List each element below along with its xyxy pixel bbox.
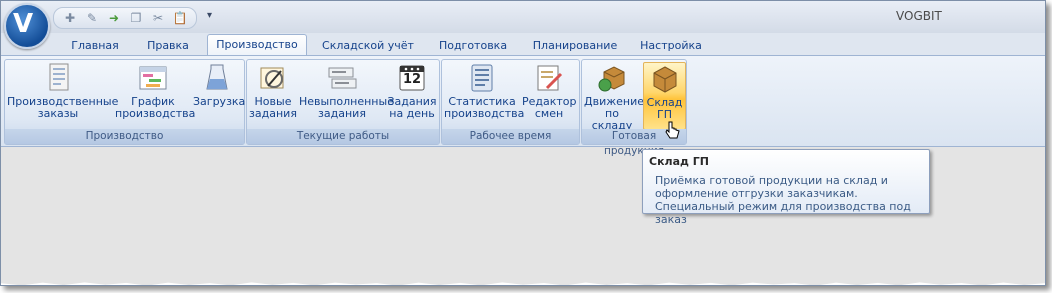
- customize-toolbar-dropdown[interactable]: ▾: [207, 10, 212, 21]
- title-bar: ✚ ✎ ➜ ❐ ✂ 📋 ▾ VOGBIT: [1, 1, 1045, 33]
- app-logo-icon: V: [13, 9, 34, 39]
- ribbon-panel: Производственные заказы График производс…: [1, 55, 1045, 157]
- new-tasks-button[interactable]: Новые задания: [249, 62, 297, 128]
- tab-production[interactable]: Производство: [207, 34, 307, 56]
- button-label: на день: [389, 107, 435, 120]
- mouse-cursor-icon: [665, 121, 680, 139]
- group-working-time: Статистика производства Редактор смен Ра…: [441, 59, 580, 145]
- tab-planning[interactable]: Планирование: [529, 36, 621, 55]
- button-label: производства: [115, 107, 196, 120]
- finished-goods-warehouse-button[interactable]: Склад ГП: [643, 62, 686, 130]
- orders-icon: [42, 62, 74, 94]
- application-window: ✚ ✎ ➜ ❐ ✂ 📋 ▾ VOGBIT V Главная Правка Пр…: [0, 0, 1046, 286]
- button-label: производства: [444, 107, 525, 120]
- calendar-icon: 12: [396, 62, 428, 94]
- button-label: ГП: [657, 108, 672, 121]
- production-orders-button[interactable]: Производственные заказы: [7, 62, 118, 128]
- calendar-day: 12: [402, 72, 422, 87]
- tab-edit[interactable]: Правка: [137, 36, 199, 55]
- button-label: Загрузка: [193, 95, 246, 108]
- tab-warehouse[interactable]: Складской учёт: [313, 36, 423, 55]
- pending-tasks-button[interactable]: Невыполненные задания: [299, 62, 394, 128]
- shift-editor-icon: [533, 62, 565, 94]
- group-production: Производственные заказы График производс…: [4, 59, 245, 145]
- pending-tasks-icon: [326, 62, 358, 94]
- warehouse-movement-button[interactable]: Движение по складу: [584, 62, 644, 132]
- copy-icon[interactable]: ❐: [128, 11, 144, 25]
- production-schedule-button[interactable]: График производства: [115, 62, 196, 128]
- statistics-icon: [466, 62, 498, 94]
- group-label: Производство: [5, 129, 244, 144]
- tooltip: Склад ГП Приёмка готовой продукции на ск…: [642, 149, 930, 226]
- shift-editor-button[interactable]: Редактор смен: [522, 62, 577, 128]
- window-title: VOGBIT: [896, 9, 942, 23]
- group-label: Текущие работы: [247, 129, 439, 144]
- tooltip-body: Приёмка готовой продукции на склад и офо…: [655, 174, 911, 226]
- cut-icon[interactable]: ✂: [150, 11, 166, 25]
- exit-icon[interactable]: ➜: [106, 11, 122, 25]
- add-record-icon[interactable]: ✚: [62, 11, 78, 25]
- tooltip-title: Склад ГП: [649, 155, 709, 168]
- schedule-grid-icon: [137, 62, 169, 94]
- new-task-icon: [257, 62, 289, 94]
- warehouse-move-icon: [596, 62, 628, 94]
- daily-tasks-button[interactable]: 12 Задания на день: [387, 62, 437, 128]
- button-label: задания: [318, 107, 366, 120]
- application-menu-button[interactable]: V: [4, 3, 50, 49]
- quick-access-toolbar: ✚ ✎ ➜ ❐ ✂ 📋: [53, 7, 197, 29]
- ribbon-tabs: Главная Правка Производство Складской уч…: [1, 33, 1045, 56]
- group-current-work: Новые задания Невыполненные задания 12 З…: [246, 59, 440, 145]
- tab-preparation[interactable]: Подготовка: [433, 36, 513, 55]
- tab-home[interactable]: Главная: [64, 36, 126, 55]
- button-label: задания: [249, 107, 297, 120]
- button-label: заказы: [37, 107, 79, 120]
- button-label: смен: [534, 107, 564, 120]
- load-beaker-icon: [201, 62, 233, 94]
- warehouse-box-icon: [649, 63, 681, 95]
- group-label: Рабочее время: [442, 129, 579, 144]
- load-button[interactable]: Загрузка: [193, 62, 246, 128]
- paste-icon[interactable]: 📋: [172, 11, 188, 25]
- production-statistics-button[interactable]: Статистика производства: [444, 62, 525, 128]
- torn-edge: [1, 282, 1045, 285]
- tab-settings[interactable]: Настройка: [635, 36, 707, 55]
- edit-icon[interactable]: ✎: [84, 11, 100, 25]
